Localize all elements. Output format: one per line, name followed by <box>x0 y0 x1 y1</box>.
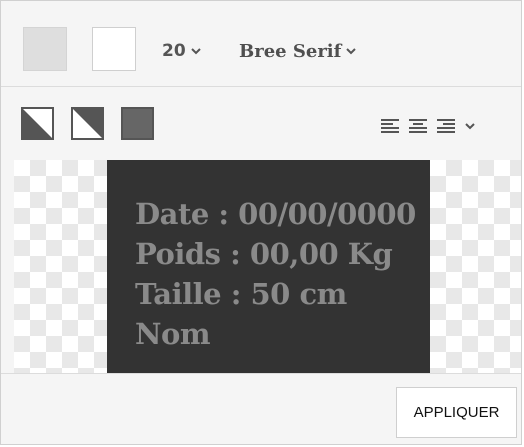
chevron-down-icon[interactable] <box>464 120 476 132</box>
align-right-icon[interactable] <box>436 118 456 134</box>
filled-square-icon[interactable] <box>121 107 154 140</box>
align-left-icon[interactable] <box>380 118 400 134</box>
label-editor-panel: 20 Bree Serif Date: 00/00/0000 Poids: … <box>0 0 522 445</box>
color-font-toolbar: 20 Bree Serif <box>1 1 521 87</box>
align-center-icon[interactable] <box>408 118 428 134</box>
label-preview[interactable]: Date : 00/00/0000 Poids : 00,00 Kg Taill… <box>107 160 430 373</box>
footer-divider <box>1 373 521 374</box>
font-family-value: Bree Serif <box>239 40 342 62</box>
text-color-swatch[interactable] <box>92 27 136 71</box>
label-line-weight: Poids : 00,00 Kg <box>135 237 393 271</box>
label-line-height: Taille : 50 cm <box>135 277 347 311</box>
apply-button[interactable]: APPLIQUER <box>396 387 517 438</box>
style-alignment-toolbar <box>1 87 521 159</box>
half-diagonal-dark-icon[interactable] <box>71 107 104 140</box>
chevron-down-icon <box>346 48 357 55</box>
font-size-dropdown[interactable]: 20 <box>162 39 202 63</box>
label-line-date: Date : 00/00/0000 <box>135 197 416 231</box>
text-alignment-group <box>380 115 476 137</box>
background-color-swatch[interactable] <box>23 27 67 71</box>
font-family-dropdown[interactable]: Bree Serif <box>239 39 357 63</box>
font-size-value: 20 <box>162 41 186 61</box>
label-preview-area: Date : 00/00/0000 Poids : 00,00 Kg Taill… <box>14 160 521 373</box>
chevron-down-icon <box>190 48 201 55</box>
label-line-name: Nom <box>135 317 211 351</box>
half-diagonal-light-icon[interactable] <box>21 107 54 140</box>
